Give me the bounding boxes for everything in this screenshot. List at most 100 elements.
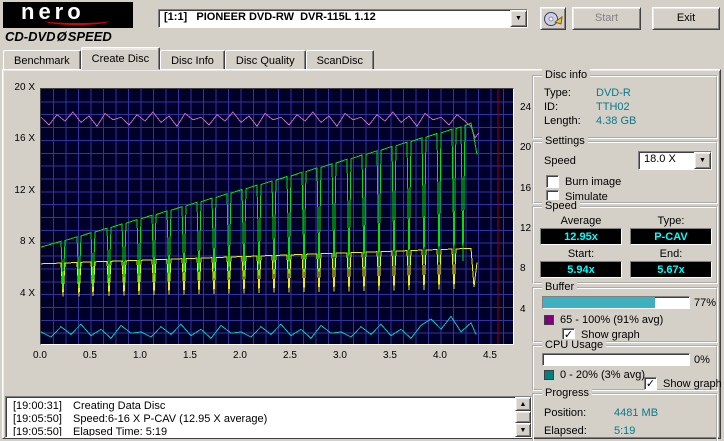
chart-plot (40, 88, 514, 345)
x-axis-label: 2.5 (283, 350, 297, 361)
cpu-show-graph-checkbox[interactable]: ✓ (644, 377, 657, 390)
drive-selector[interactable]: [1:1] PIONEER DVD-RW DVR-115L 1.12 ▼ (158, 9, 528, 28)
speed-group: Speed Average Type: 12.95x P-CAV Start: … (532, 200, 718, 284)
settings-title: Settings (542, 135, 588, 147)
drive-selector-dropdown-arrow-icon[interactable]: ▼ (510, 10, 527, 27)
cpu-usage-title: CPU Usage (542, 339, 607, 351)
start-button-label: Start (594, 12, 619, 24)
left-axis-label: 12 X (14, 184, 35, 196)
buffer-bar (542, 296, 690, 309)
buffer-bar-fill (543, 297, 656, 308)
tab-page-create-disc: 4 X 8 X 12 X 16 X 20 X 4 8 12 16 20 24 0.0 0.5 1.0 1.5… (2, 69, 722, 441)
type-label: Type: (657, 215, 685, 227)
disc-type-value: DVD-R (596, 87, 631, 99)
buffer-range: 65 - 100% (91% avg) (560, 314, 664, 326)
left-axis-label: 4 X (19, 287, 35, 299)
speed-select[interactable]: 18.0 X ▼ (638, 151, 712, 170)
x-axis-label: 1.0 (133, 350, 147, 361)
log-line: [19:05:50] Elapsed Time: 5:19 (13, 426, 514, 436)
cpu-percent: 0% (694, 354, 710, 366)
disc-info-title: Disc info (542, 69, 591, 81)
end-speed-label: End: (659, 248, 683, 260)
cpu-show-graph-label: Show graph (663, 378, 722, 390)
x-axis-label: 1.5 (183, 350, 197, 361)
left-axis-label: 20 X (14, 82, 35, 93)
log-message: Elapsed Time: 5:19 (73, 426, 168, 436)
log-box: [19:00:31] Creating Data Disc [19:05:50] Sp… (5, 396, 532, 438)
left-axis-label: 8 X (19, 236, 35, 248)
scrollbar-thumb[interactable] (515, 411, 531, 423)
disc-length-value: 4.38 GB (596, 115, 637, 127)
buffer-color-swatch (544, 315, 554, 325)
log-message: Creating Data Disc (73, 400, 166, 412)
log-list: [19:00:31] Creating Data Disc [19:05:50] Sp… (7, 398, 514, 436)
right-axis-label: 8 (520, 263, 526, 275)
tab-scandisc[interactable]: ScanDisc (305, 50, 375, 70)
elapsed-value: 5:19 (614, 425, 636, 437)
log-message: Speed:6-16 X P-CAV (12.95 X average) (73, 413, 268, 425)
x-axis-label: 0.5 (83, 350, 97, 361)
tab-bar: Benchmark Create Disc Disc Info Disc Qualit… (3, 47, 375, 70)
cpu-color-swatch (544, 370, 554, 380)
x-axis-label: 3.5 (383, 350, 397, 361)
speed-select-dropdown-arrow-icon[interactable]: ▼ (694, 152, 711, 169)
start-speed-readout: 5.94x (540, 261, 622, 278)
disc-info-group: Disc info Type: DVD-R ID: TTH02 Length: … (532, 69, 718, 139)
position-value: 4481 MB (614, 407, 659, 419)
x-axis-label: 4.0 (433, 350, 447, 361)
buffer-group: Buffer 77% 65 - 100% (91% avg) ✓ Show gr… (532, 281, 718, 343)
position-label: Position: (544, 407, 587, 419)
average-speed-readout: 12.95x (540, 228, 622, 245)
left-axis-label: 16 X (14, 133, 35, 145)
write-type-readout: P-CAV (630, 228, 712, 245)
average-label: Average (560, 215, 602, 227)
burn-image-label: Burn image (565, 176, 622, 188)
disc-id-value: TTH02 (596, 101, 630, 113)
buffer-title: Buffer (542, 281, 578, 293)
log-line: [19:00:31] Creating Data Disc (13, 400, 514, 413)
tab-disc-info[interactable]: Disc Info (160, 50, 225, 70)
app-title-left: CD-DVD (5, 29, 56, 44)
speed-select-value: 18.0 X (644, 153, 676, 165)
log-timestamp: [19:00:31] (13, 400, 62, 412)
log-timestamp: [19:05:50] (13, 426, 62, 436)
log-timestamp: [19:05:50] (13, 413, 62, 425)
x-axis-label: 3.0 (333, 350, 347, 361)
nero-logo-swoosh (45, 17, 109, 25)
scroll-down-button[interactable]: ▼ (515, 423, 531, 437)
end-speed-readout: 5.67x (630, 261, 712, 278)
exit-button[interactable]: Exit (652, 7, 720, 30)
disc-type-label: Type: (544, 87, 571, 99)
drive-selector-value: [1:1] PIONEER DVD-RW DVR-115L 1.12 (164, 11, 376, 23)
start-speed-label: Start: (567, 248, 595, 260)
speed-glyph: Ø (56, 29, 67, 44)
disc-id-label: ID: (544, 101, 559, 113)
log-line: [19:05:50] Speed:6-16 X P-CAV (12.95 X av… (13, 413, 514, 426)
disc-length-label: Length: (544, 115, 581, 127)
nero-logo: nero (3, 2, 133, 28)
burn-image-checkbox[interactable] (546, 175, 559, 188)
x-axis-label: 0.0 (33, 350, 47, 361)
tab-create-disc[interactable]: Create Disc (80, 47, 161, 70)
tab-benchmark[interactable]: Benchmark (3, 50, 81, 70)
progress-title: Progress (542, 387, 593, 399)
cpu-usage-group: CPU Usage 0% 0 - 20% (3% avg) ✓ Show gra… (532, 339, 722, 391)
app-title: CD-DVDØSPEED (5, 29, 112, 44)
disc-hand-icon (544, 11, 563, 26)
elapsed-label: Elapsed: (544, 425, 587, 437)
cpu-range: 0 - 20% (3% avg) (560, 369, 645, 381)
right-axis-label: 24 (520, 102, 532, 114)
speed-chart: 4 X 8 X 12 X 16 X 20 X 4 8 12 16 20 24 0.0 0.5 1.0 1.5… (8, 82, 532, 372)
progress-group: Progress Position: 4481 MB Elapsed: 5:19 (532, 387, 718, 441)
right-axis-label: 16 (520, 182, 532, 194)
speed-label: Speed (544, 155, 576, 167)
x-axis-label: 4.5 (483, 350, 497, 361)
scroll-up-button[interactable]: ▲ (515, 397, 531, 411)
settings-group: Settings Speed 18.0 X ▼ Burn image Simul… (532, 135, 718, 204)
start-button[interactable]: Start (572, 7, 641, 30)
disc-tool-button[interactable] (540, 7, 566, 30)
tab-disc-quality[interactable]: Disc Quality (224, 50, 306, 70)
exit-button-label: Exit (676, 12, 696, 24)
cpu-bar (542, 353, 690, 366)
log-scrollbar[interactable]: ▲ ▼ (515, 397, 531, 437)
